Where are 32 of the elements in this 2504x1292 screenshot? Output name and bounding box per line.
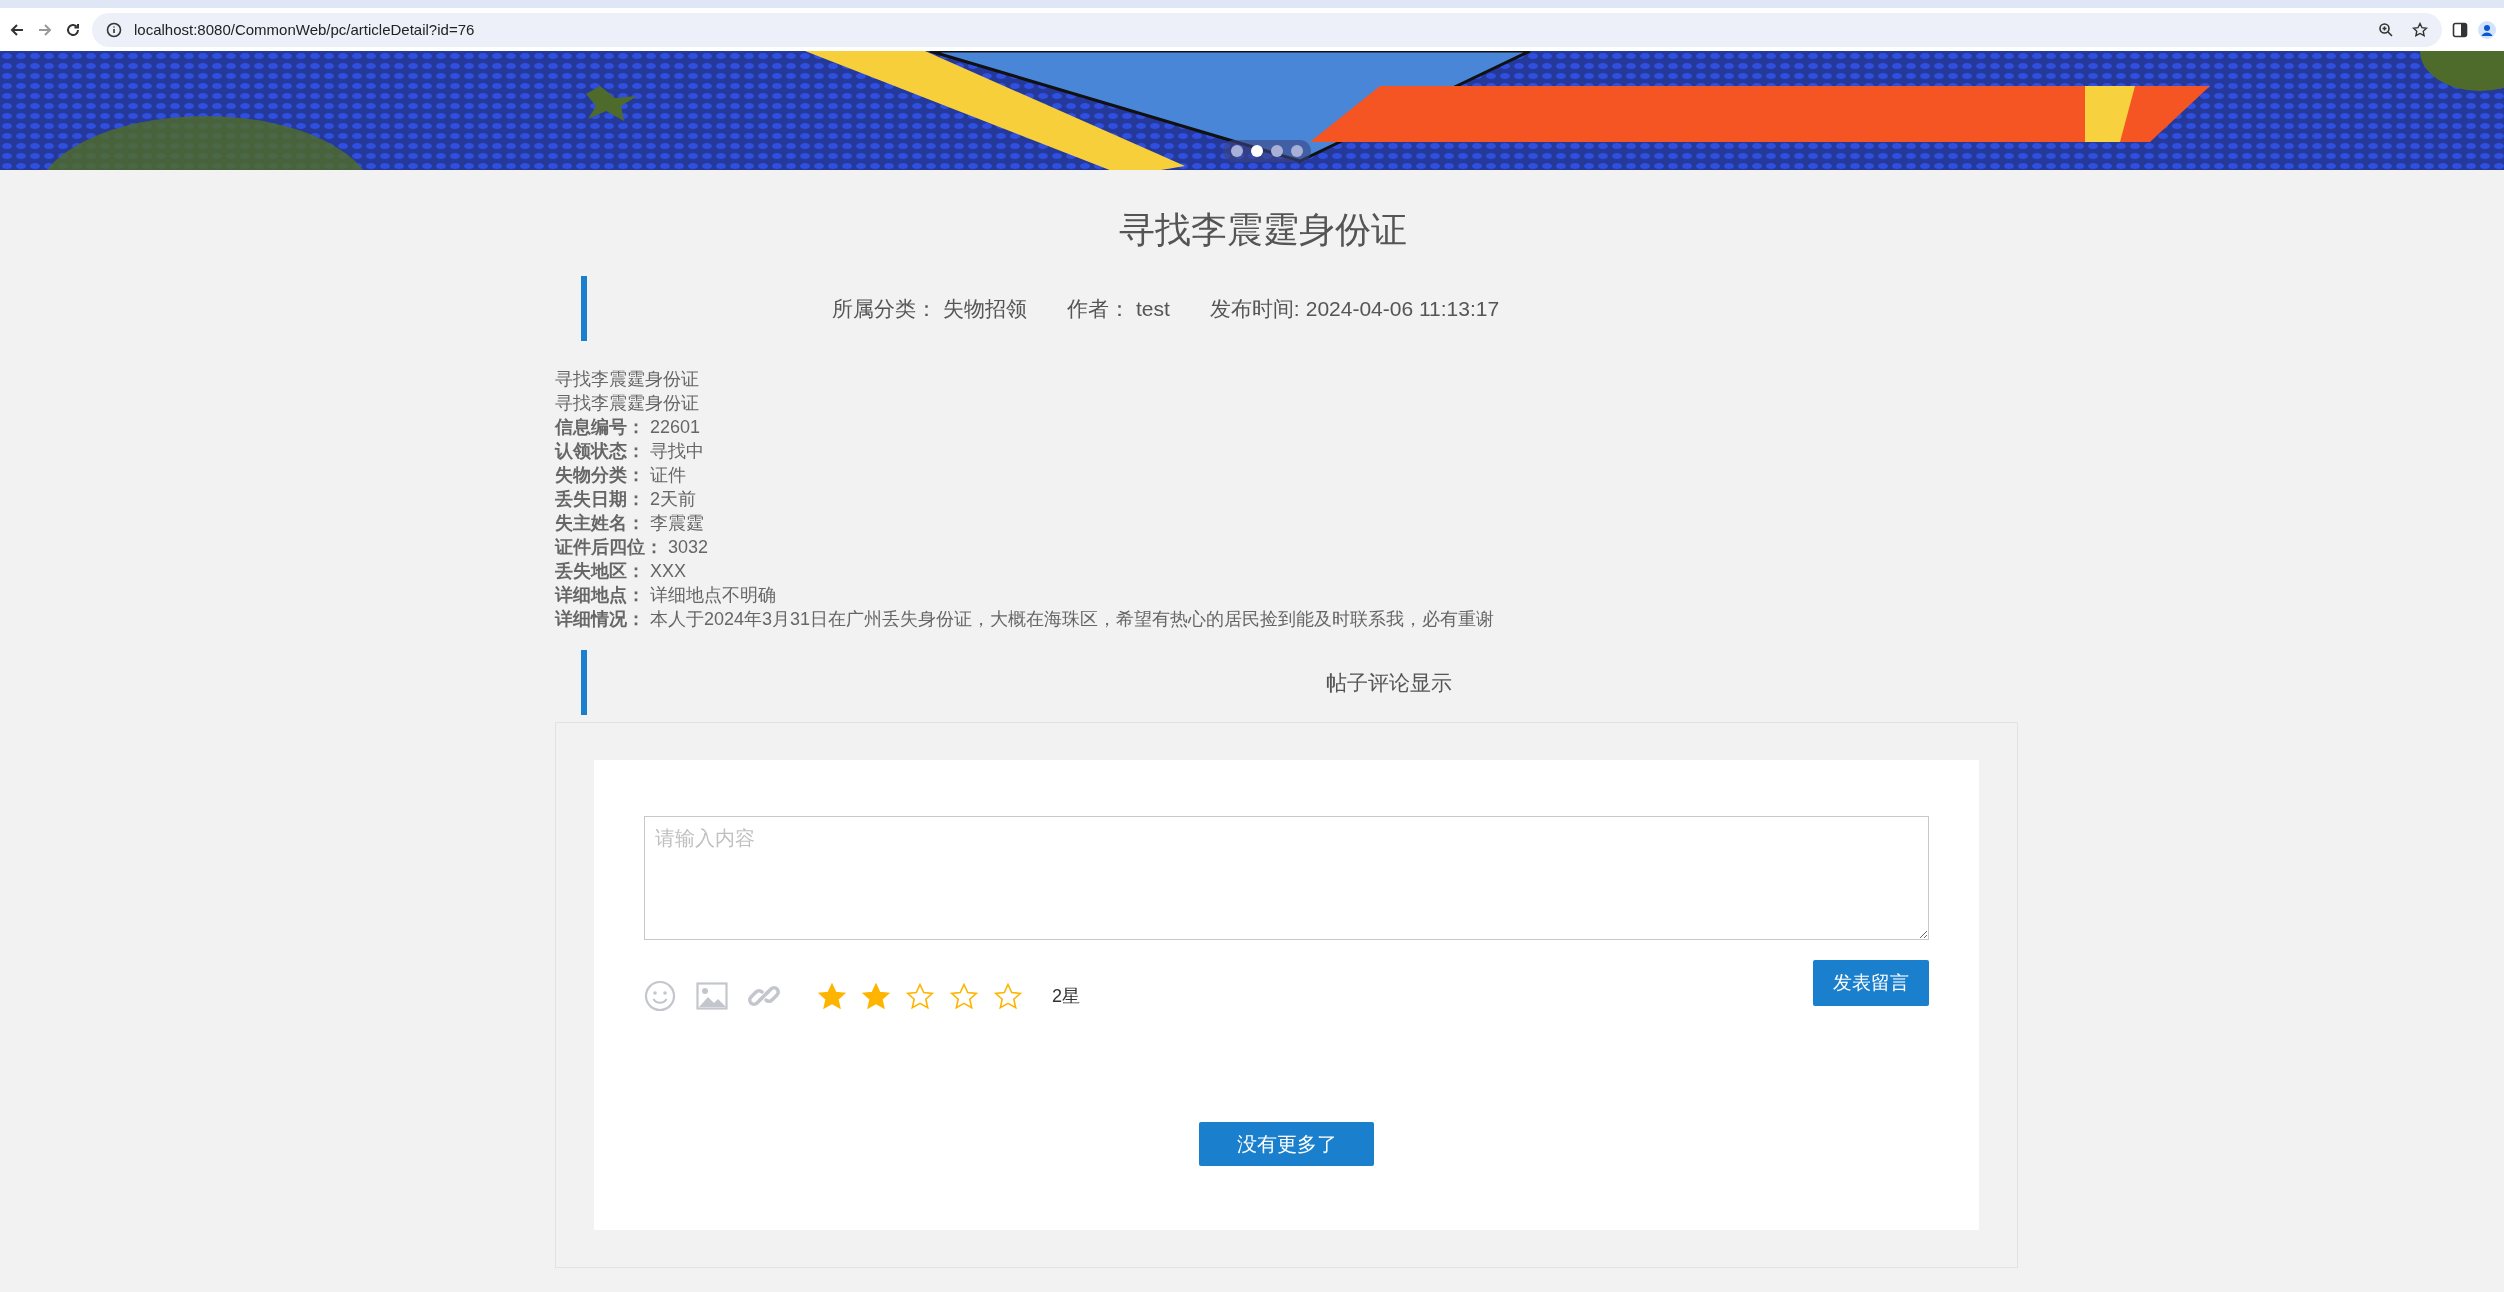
- bookmark-star-icon[interactable]: [2412, 21, 2428, 38]
- url-text: localhost:8080/CommonWeb/pc/articleDetail?id=76: [134, 21, 475, 38]
- detail-field: 证件后四位： 3032: [555, 535, 2018, 559]
- filled-star-icon[interactable]: [818, 982, 846, 1010]
- side-panel-icon[interactable]: [2452, 21, 2468, 38]
- detail-field: 信息编号： 22601: [555, 415, 2018, 439]
- detail-field: 详细地点： 详细地点不明确: [555, 583, 2018, 607]
- detail-field: 丢失地区： XXX: [555, 559, 2018, 583]
- section-heading: 帖子评论显示: [1326, 669, 1452, 696]
- info-icon[interactable]: [106, 21, 122, 38]
- empty-star-icon[interactable]: [950, 982, 978, 1010]
- empty-star-icon[interactable]: [906, 982, 934, 1010]
- body-text: 寻找李震霆身份证: [555, 368, 700, 391]
- detail-field: 详细情况： 本人于2024年3月31日在广州丢失身份证，大概在海珠区，希望有热心的居民捡到能及时联系我，必有重谢: [555, 607, 2018, 631]
- article-title: 寻找李震霆身份证: [1117, 208, 1408, 252]
- address-bar[interactable]: localhost:8080/CommonWeb/pc/articleDetail?id=76: [92, 12, 2442, 47]
- no-more-button[interactable]: 没有更多了: [1199, 1122, 1374, 1166]
- body-text: 寻找李震霆身份证: [555, 392, 700, 415]
- zoom-icon[interactable]: [2378, 21, 2394, 38]
- detail-field: 认领状态： 寻找中: [555, 439, 2018, 463]
- rating-label: 2星: [1052, 985, 1080, 1008]
- meta-text: 所属分类： 失物招领: [832, 295, 1027, 322]
- profile-icon[interactable]: [2478, 20, 2496, 39]
- detail-field: 失主姓名： 李震霆: [555, 511, 2018, 535]
- post-comment-button[interactable]: 发表留言: [1813, 960, 1929, 1006]
- detail-field: 失物分类： 证件: [555, 463, 2018, 487]
- meta-text: 作者： test: [1067, 295, 1170, 322]
- filled-star-icon[interactable]: [862, 982, 890, 1010]
- empty-star-icon[interactable]: [994, 982, 1022, 1010]
- detail-field: 丢失日期： 2天前: [555, 487, 2018, 511]
- meta-text: 发布时间: 2024-04-06 11:13:17: [1209, 295, 1500, 322]
- comment-input-field[interactable]: 请输入内容: [644, 816, 1929, 940]
